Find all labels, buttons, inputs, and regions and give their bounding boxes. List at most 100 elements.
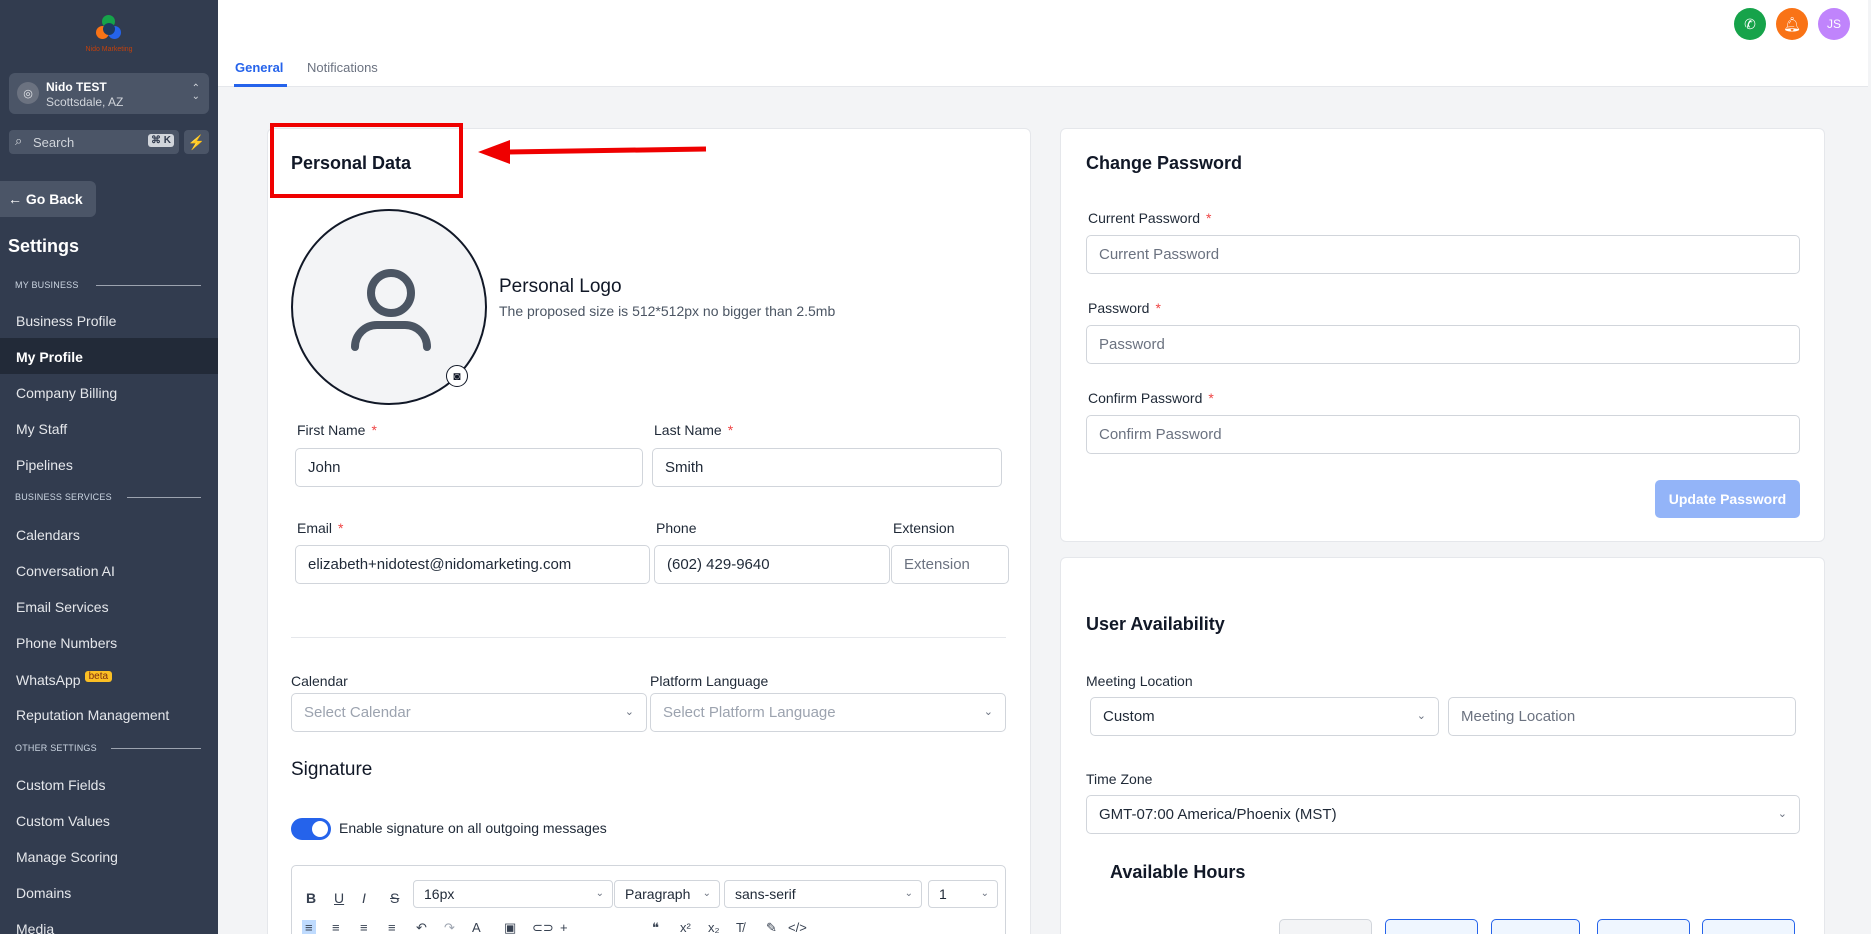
calendar-label: Calendar: [291, 673, 348, 689]
section-business-services: BUSINESS SERVICES: [15, 492, 201, 502]
arrow-left-icon: ←: [8, 191, 22, 207]
sidebar-item-email-services[interactable]: Email Services: [0, 588, 218, 624]
user-avatar[interactable]: JS: [1818, 8, 1850, 40]
sidebar-item-business-profile[interactable]: Business Profile: [0, 302, 218, 338]
meeting-type-value: Custom: [1103, 708, 1155, 725]
code-view-icon[interactable]: </>: [788, 920, 807, 934]
bell-icon[interactable]: 🔔︎: [1776, 8, 1808, 40]
time-zone-value: GMT-07:00 America/Phoenix (MST): [1099, 806, 1337, 823]
personal-logo-title: Personal Logo: [499, 276, 622, 297]
align-right-icon[interactable]: ≡: [360, 920, 368, 934]
paint-format-icon[interactable]: ✎: [766, 920, 777, 934]
font-family-select[interactable]: sans-serif ⌄: [724, 880, 922, 908]
sidebar-item-domains[interactable]: Domains: [0, 874, 218, 910]
sidebar-item-company-billing[interactable]: Company Billing: [0, 374, 218, 410]
sidebar-item-conversation-ai[interactable]: Conversation AI: [0, 552, 218, 588]
day-toggle-sun[interactable]: [1279, 919, 1372, 934]
tab-notifications[interactable]: Notifications: [307, 60, 378, 75]
section-label: MY BUSINESS: [15, 280, 79, 290]
logo-text: Nido Marketing: [85, 46, 133, 53]
last-name-input[interactable]: Smith: [652, 448, 1002, 487]
search-placeholder: Search: [33, 135, 75, 150]
phone-input[interactable]: (602) 429-9640: [654, 545, 890, 584]
section-my-business: MY BUSINESS: [15, 280, 201, 290]
search-input[interactable]: ⌕ Search ⌘ K: [9, 130, 179, 154]
line-height-select[interactable]: 1 ⌄: [928, 880, 998, 908]
current-password-input[interactable]: Current Password: [1086, 235, 1800, 274]
confirm-password-input[interactable]: Confirm Password: [1086, 415, 1800, 454]
block-type-value: Paragraph: [625, 886, 691, 902]
sidebar-item-custom-values[interactable]: Custom Values: [0, 802, 218, 838]
subscript-icon[interactable]: x₂: [708, 920, 720, 934]
tab-general[interactable]: General: [235, 60, 283, 75]
day-toggle-tue[interactable]: [1491, 919, 1580, 934]
search-shortcut: ⌘ K: [148, 134, 174, 147]
image-icon[interactable]: ▣: [504, 920, 516, 934]
sidebar-item-pipelines[interactable]: Pipelines: [0, 446, 218, 482]
bold-icon[interactable]: B: [306, 890, 316, 906]
phone-icon[interactable]: ✆: [1734, 8, 1766, 40]
day-toggle-thu[interactable]: [1702, 919, 1795, 934]
go-back-button[interactable]: ← Go Back: [0, 181, 96, 217]
sidebar-item-custom-fields[interactable]: Custom Fields: [0, 766, 218, 802]
meeting-location-input[interactable]: Meeting Location: [1448, 697, 1796, 736]
sidebar-item-reputation-management[interactable]: Reputation Management: [0, 696, 218, 732]
brand-logo[interactable]: Nido Marketing: [80, 14, 138, 58]
signature-toggle[interactable]: [291, 818, 331, 840]
sidebar-item-manage-scoring[interactable]: Manage Scoring: [0, 838, 218, 874]
strikethrough-icon[interactable]: S: [390, 890, 399, 906]
phone-label: Phone: [656, 520, 697, 536]
sidebar-item-whatsapp[interactable]: WhatsApp beta: [0, 660, 218, 696]
label-text: Last Name: [654, 422, 722, 438]
signature-title: Signature: [291, 759, 373, 780]
day-toggle-wed[interactable]: [1597, 919, 1690, 934]
chevron-down-icon: ⌄: [702, 888, 711, 899]
section-label: OTHER SETTINGS: [15, 743, 97, 753]
underline-icon[interactable]: U: [334, 890, 344, 906]
quick-action-bolt-icon[interactable]: ⚡: [184, 130, 209, 154]
clear-format-icon[interactable]: T̸: [736, 920, 744, 934]
sidebar-item-calendars[interactable]: Calendars: [0, 516, 218, 552]
undo-icon[interactable]: ↶: [416, 920, 427, 934]
superscript-icon[interactable]: x²: [680, 920, 691, 934]
last-name-label: Last Name *: [654, 422, 733, 438]
label-text: Confirm Password: [1088, 390, 1203, 406]
sidebar-item-media[interactable]: Media: [0, 910, 218, 934]
insert-icon[interactable]: +: [560, 920, 568, 934]
align-justify-icon[interactable]: ≡: [388, 920, 396, 934]
sidebar-item-phone-numbers[interactable]: Phone Numbers: [0, 624, 218, 660]
sidebar: Nido Marketing ◎ Nido TEST Scottsdale, A…: [0, 0, 218, 934]
chevron-down-icon: ⌄: [904, 888, 913, 899]
calendar-select[interactable]: Select Calendar ⌄: [291, 693, 647, 732]
day-toggle-mon[interactable]: [1385, 919, 1478, 934]
font-color-icon[interactable]: A: [472, 920, 481, 934]
camera-icon[interactable]: ◙: [446, 365, 468, 387]
section-divider: [127, 497, 201, 498]
align-center-icon[interactable]: ≡: [332, 920, 340, 934]
extension-input[interactable]: Extension: [891, 545, 1009, 584]
redo-icon[interactable]: ↷: [444, 920, 455, 934]
time-zone-select[interactable]: GMT-07:00 America/Phoenix (MST) ⌄: [1086, 795, 1800, 834]
location-name: Nido TEST: [46, 80, 107, 94]
required-asterisk: *: [371, 422, 377, 438]
update-password-button[interactable]: Update Password: [1655, 480, 1800, 518]
password-input[interactable]: Password: [1086, 325, 1800, 364]
block-type-select[interactable]: Paragraph ⌄: [614, 880, 720, 908]
go-back-label: Go Back: [25, 191, 83, 207]
italic-icon[interactable]: I: [362, 890, 366, 906]
platform-language-select[interactable]: Select Platform Language ⌄: [650, 693, 1006, 732]
sidebar-item-my-staff[interactable]: My Staff: [0, 410, 218, 446]
location-switcher[interactable]: ◎ Nido TEST Scottsdale, AZ ⌃ ⌄: [9, 73, 209, 114]
label-text: Email: [297, 520, 333, 536]
font-size-select[interactable]: 16px ⌄: [413, 880, 613, 908]
align-left-icon[interactable]: ≡: [302, 920, 316, 934]
email-input[interactable]: elizabeth+nidotest@nidomarketing.com: [295, 545, 650, 584]
required-asterisk: *: [338, 520, 344, 536]
meeting-type-select[interactable]: Custom ⌄: [1090, 697, 1439, 736]
confirm-password-label: Confirm Password *: [1088, 390, 1214, 406]
link-icon[interactable]: ⊂⊃: [532, 920, 554, 934]
quote-icon[interactable]: ❝: [652, 920, 659, 934]
settings-title: Settings: [8, 236, 80, 256]
first-name-input[interactable]: John: [295, 448, 643, 487]
sidebar-item-my-profile[interactable]: My Profile: [0, 338, 218, 374]
